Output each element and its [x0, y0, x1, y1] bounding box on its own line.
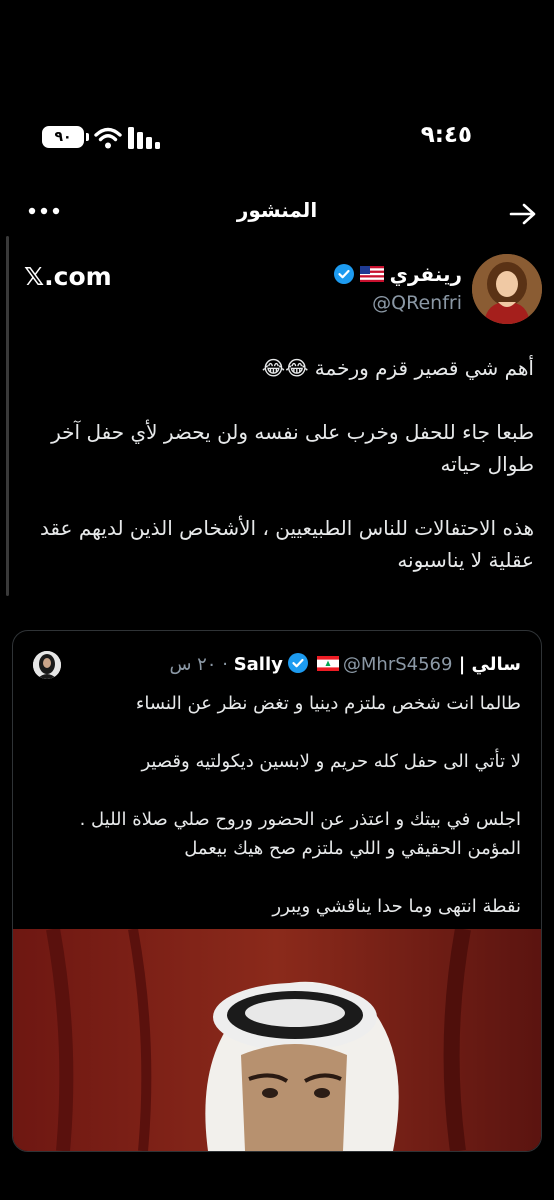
quoted-post[interactable]: سالي | Sally @MhrS4569 · ٢٠ س طالما انت …	[12, 630, 542, 1152]
us-flag-icon	[359, 266, 384, 282]
verified-badge-icon	[333, 264, 354, 284]
author-handle[interactable]: @QRenfri	[372, 292, 462, 314]
status-time: ٩:٤٥	[420, 122, 472, 148]
battery-icon: ٩٠	[42, 126, 89, 148]
quoted-header: سالي | Sally @MhrS4569 · ٢٠ س	[169, 653, 521, 675]
post-text: أهم شي قصير قزم ورخمة 😂😂 طبعا جاء للحفل …	[39, 356, 534, 572]
quoted-author-avatar[interactable]	[33, 651, 61, 679]
page-title: المنشور	[236, 198, 318, 222]
back-arrow-icon[interactable]	[508, 202, 538, 226]
quoted-time: ٢٠ س	[169, 654, 217, 675]
quoted-dot-separator: ·	[222, 654, 228, 675]
wifi-icon	[94, 127, 122, 149]
quoted-post-image[interactable]	[13, 929, 541, 1151]
author-name-row[interactable]: رينفري	[333, 262, 462, 286]
verified-badge-icon	[287, 653, 308, 673]
site-label: 𝕏.com	[24, 262, 112, 291]
quoted-handle[interactable]: @MhrS4569	[343, 654, 453, 675]
cellular-signal-icon	[128, 127, 160, 149]
author-name[interactable]: رينفري	[390, 262, 462, 286]
scroll-indicator	[6, 236, 9, 596]
lebanon-flag-icon	[316, 656, 339, 671]
author-avatar[interactable]	[472, 254, 542, 324]
quoted-post-text: طالما انت شخص ملتزم دينيا و تغض نظر عن ا…	[79, 693, 521, 917]
